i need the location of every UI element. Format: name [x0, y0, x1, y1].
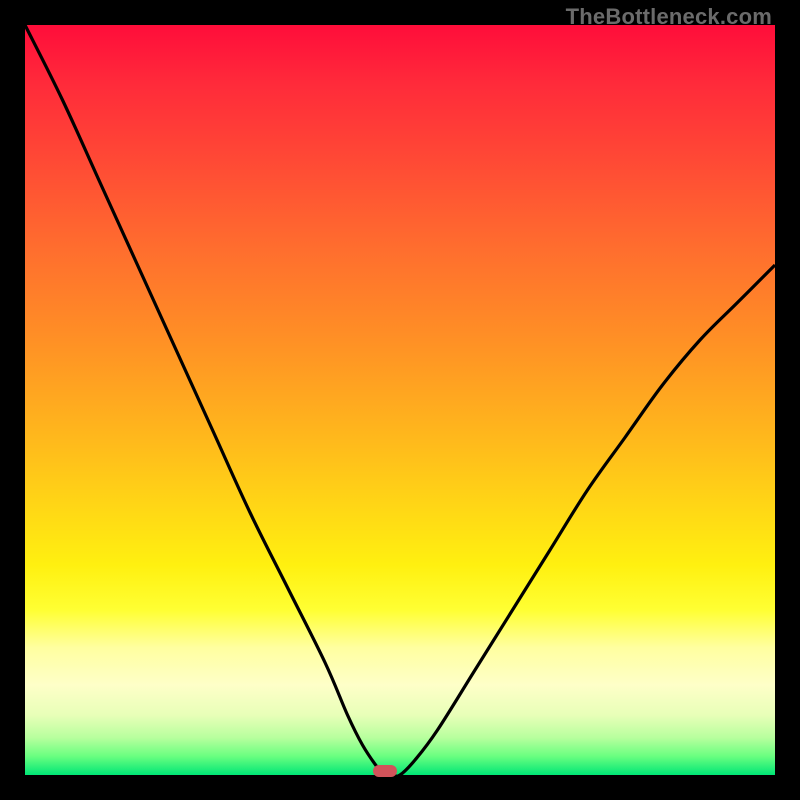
bottleneck-curve — [25, 25, 775, 775]
optimal-marker — [373, 765, 397, 777]
chart-container: TheBottleneck.com — [0, 0, 800, 800]
watermark-text: TheBottleneck.com — [566, 4, 772, 30]
curve-path — [25, 25, 775, 776]
